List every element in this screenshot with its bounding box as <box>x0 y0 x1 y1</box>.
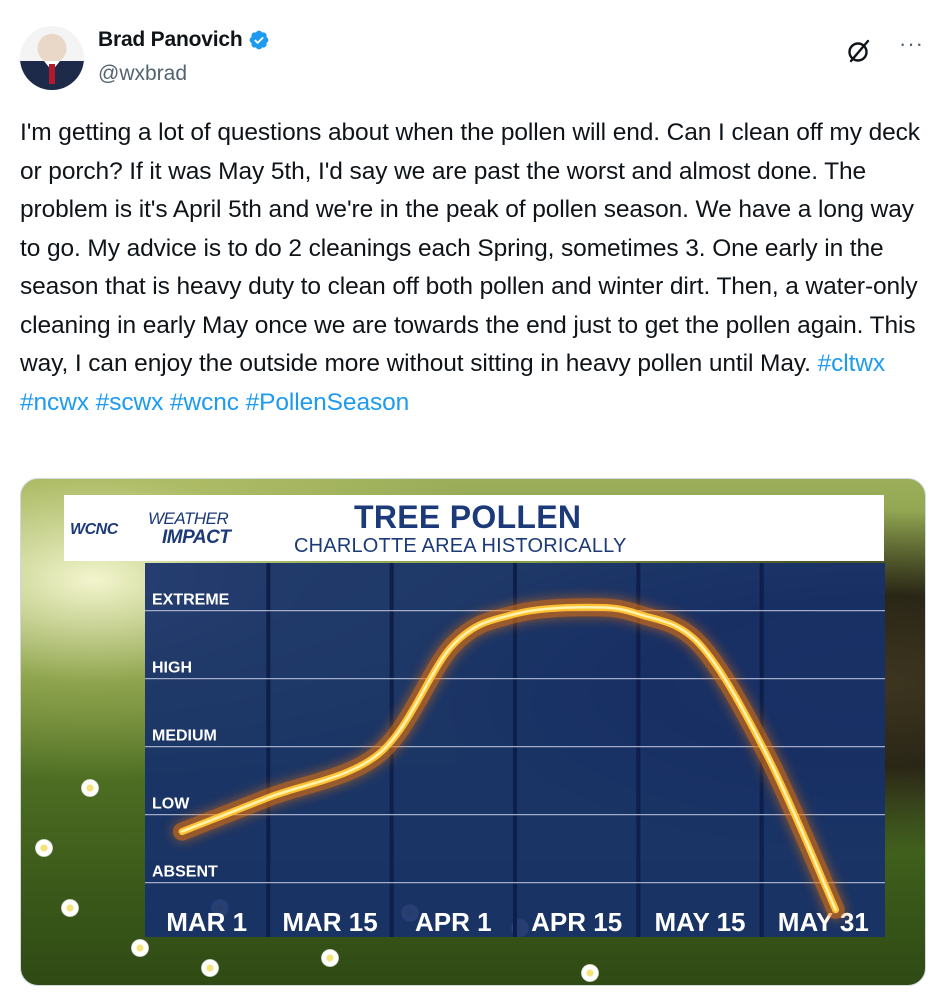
x-tick-label: MAY 15 <box>654 907 745 937</box>
x-tick-label: APR 15 <box>531 907 622 937</box>
hashtag-link[interactable]: #cltwx <box>818 350 886 377</box>
y-tick-label: HIGH <box>152 660 192 677</box>
x-tick-label: MAY 31 <box>778 907 869 937</box>
hashtag-link[interactable]: #PollenSeason <box>246 389 410 416</box>
chart-header-banner: WCNC WEATHER IMPACT TREE POLLEN CHARLOTT… <box>64 495 884 561</box>
chart-title: TREE POLLEN <box>354 499 582 535</box>
y-tick-label: MEDIUM <box>152 728 217 745</box>
tweet-media-image[interactable]: ABSENT LOW MEDIUM HIGH EXTREME MAR 1 MAR 15 AP… <box>20 478 926 986</box>
x-tick-label: MAR 1 <box>166 907 247 937</box>
author-name-row: Brad Panovich <box>98 28 270 52</box>
hashtag-link[interactable]: #wcnc <box>170 389 239 416</box>
chart-subtitle: CHARLOTTE AREA HISTORICALLY <box>294 535 627 557</box>
avatar[interactable] <box>20 26 84 90</box>
author-display-name[interactable]: Brad Panovich <box>98 28 243 52</box>
y-tick-label: ABSENT <box>152 864 218 881</box>
verified-badge-icon <box>250 30 269 50</box>
weather-impact-logo-line1: WEATHER <box>148 509 229 528</box>
tweet-header: Brad Panovich @wxbrad ··· <box>20 26 926 90</box>
tweet-body: I'm getting a lot of questions about whe… <box>20 119 920 377</box>
y-tick-label: LOW <box>152 796 190 813</box>
y-tick-label: EXTREME <box>152 592 230 609</box>
avatar-tie <box>49 64 55 84</box>
x-tick-label: APR 1 <box>415 907 492 937</box>
x-tick-label: MAR 15 <box>282 907 377 937</box>
hashtag-link[interactable]: #scwx <box>96 389 164 416</box>
more-options-icon[interactable]: ··· <box>899 33 924 55</box>
grok-icon[interactable] <box>846 38 872 64</box>
hashtag-link[interactable]: #ncwx <box>20 389 89 416</box>
author-handle[interactable]: @wxbrad <box>98 62 187 86</box>
weather-impact-logo-line2: IMPACT <box>162 527 231 548</box>
station-logo: WCNC <box>70 521 118 538</box>
tweet-text: I'm getting a lot of questions about whe… <box>20 114 926 422</box>
